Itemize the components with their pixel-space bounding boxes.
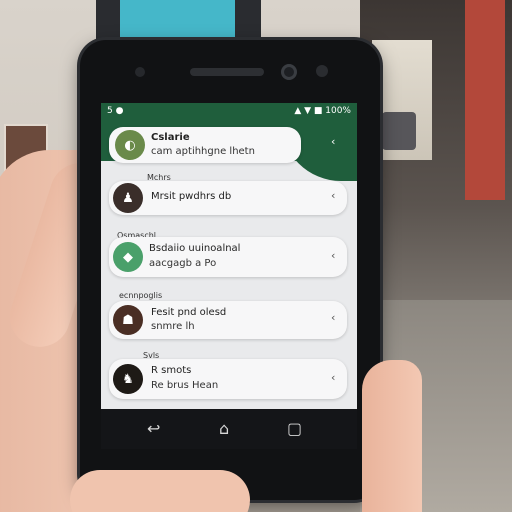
avatar: ♞ [113, 364, 143, 394]
card-title: Bsdaiio uuinoalnal [149, 243, 241, 254]
photo-scene: 5 ● ▲ ▼ ■ 100% ◐ Cslarie cam aptihhgne l… [0, 0, 512, 512]
card-title: Mrsit pwdhrs db [151, 191, 232, 202]
sensor-icon-2 [316, 65, 328, 77]
fingers [362, 360, 422, 512]
card-body: cam aptihhgne lhetn [151, 146, 255, 157]
avatar: ◆ [113, 242, 143, 272]
card-sender: ecnnpoglis [119, 291, 163, 300]
chevron-icon[interactable]: ‹ [331, 311, 335, 324]
chevron-icon[interactable]: ‹ [331, 135, 335, 148]
avatar: ◐ [115, 130, 145, 160]
card-title: Fesit pnd olesd [151, 307, 227, 318]
notification-card[interactable]: ◆ Bsdaiio uuinoalnal aacgagb a Po ‹ [109, 237, 347, 277]
smartphone: 5 ● ▲ ▼ ■ 100% ◐ Cslarie cam aptihhgne l… [80, 40, 380, 500]
front-camera-icon [281, 64, 297, 80]
card-title: R smots [151, 365, 192, 376]
background-pillar [465, 0, 505, 200]
notification-card[interactable]: ◐ Cslarie cam aptihhgne lhetn [109, 127, 301, 163]
avatar: ☗ [113, 305, 143, 335]
avatar: ♟ [113, 183, 143, 213]
chevron-icon[interactable]: ‹ [331, 371, 335, 384]
home-icon[interactable]: ⌂ [219, 419, 229, 438]
notification-card[interactable]: ♟ Mrsit pwdhrs db ‹ [109, 181, 347, 215]
notification-card[interactable]: ☗ Fesit pnd olesd snmre lh ‹ [109, 301, 347, 339]
sensor-icon [135, 67, 145, 77]
recents-icon[interactable]: ▢ [287, 419, 302, 438]
back-icon[interactable]: ↩ [147, 419, 160, 438]
chevron-icon[interactable]: ‹ [331, 249, 335, 262]
card-body: snmre lh [151, 321, 195, 332]
background-car [382, 112, 416, 150]
notification-card[interactable]: ♞ R smots Re brus Hean ‹ [109, 359, 347, 399]
phone-screen: 5 ● ▲ ▼ ■ 100% ◐ Cslarie cam aptihhgne l… [101, 103, 357, 409]
background-screen [120, 0, 235, 40]
chevron-icon[interactable]: ‹ [331, 189, 335, 202]
status-right: ▲ ▼ ■ 100% [294, 106, 351, 116]
earpiece-speaker [190, 68, 264, 76]
card-body: aacgagb a Po [149, 258, 217, 269]
status-left: 5 ● [107, 106, 124, 116]
navigation-bar: ↩ ⌂ ▢ [101, 409, 357, 449]
card-body: Re brus Hean [151, 380, 219, 391]
lower-hand [70, 470, 250, 512]
status-bar: 5 ● ▲ ▼ ■ 100% [101, 103, 357, 121]
card-title: Cslarie [151, 132, 190, 143]
